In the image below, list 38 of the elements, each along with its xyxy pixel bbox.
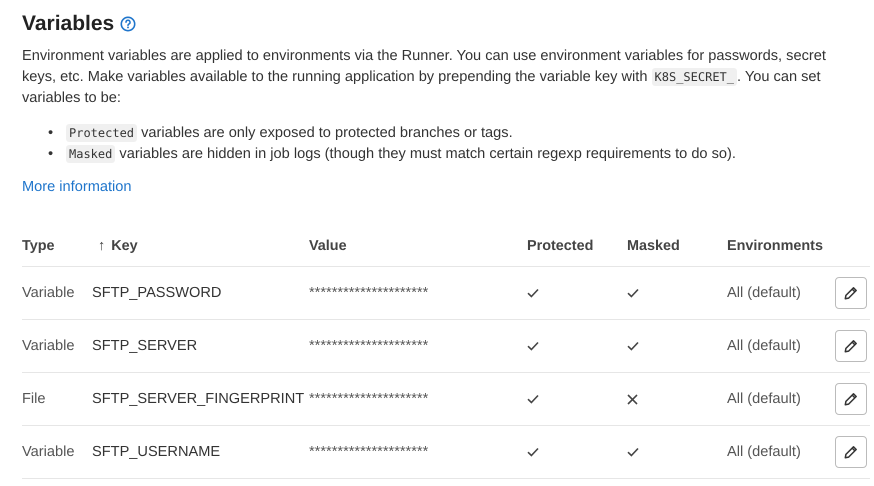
key-cell: SFTP_USERNAME xyxy=(92,444,220,460)
column-header[interactable]: ↑ Key xyxy=(92,238,138,254)
section-title: Variables xyxy=(22,12,114,36)
pencil-icon xyxy=(844,392,858,406)
environment-cell: All (default) xyxy=(727,285,801,301)
bullet-marker: • xyxy=(48,124,54,143)
edit-button[interactable] xyxy=(835,277,867,309)
bullet-item: Protected variables are only exposed to protected branches or tags. xyxy=(66,125,513,141)
edit-button[interactable] xyxy=(835,436,867,468)
column-header[interactable]: Masked xyxy=(627,238,680,254)
help-icon[interactable] xyxy=(120,16,136,32)
more-information-link[interactable]: More information xyxy=(22,179,132,195)
key-cell: SFTP_SERVER_FINGERPRINT xyxy=(92,391,304,407)
type-cell: Variable xyxy=(22,338,74,354)
value-cell: ********************* xyxy=(309,391,428,407)
key-cell: SFTP_SERVER xyxy=(92,338,198,354)
key-cell: SFTP_PASSWORD xyxy=(92,285,222,301)
environment-cell: All (default) xyxy=(727,391,801,407)
column-header[interactable]: Value xyxy=(309,238,347,254)
pencil-icon xyxy=(844,339,858,353)
description-paragraph: Environment variables are applied to environments via the Runner. You can use environment variables for passwords, secret keys, etc. Make variables available to the running application by prepending the variable key with K8S_SECRET_ . You can set variables to be: xyxy=(22,47,827,108)
environment-cell: All (default) xyxy=(727,444,801,460)
column-header[interactable]: Type xyxy=(22,238,55,254)
edit-button[interactable] xyxy=(835,383,867,415)
pencil-icon xyxy=(844,445,858,459)
bullet-marker: • xyxy=(48,145,54,164)
column-header[interactable]: Protected xyxy=(527,238,594,254)
environment-cell: All (default) xyxy=(727,338,801,354)
bullet-item: Masked variables are hidden in job logs (though they must match certain regexp requirements to do so). xyxy=(66,146,736,162)
pencil-icon xyxy=(844,286,858,300)
column-header[interactable]: Environments xyxy=(727,238,823,254)
edit-button[interactable] xyxy=(835,330,867,362)
type-cell: Variable xyxy=(22,285,74,301)
type-cell: Variable xyxy=(22,444,74,460)
type-cell: File xyxy=(22,391,46,407)
value-cell: ********************* xyxy=(309,444,428,460)
value-cell: ********************* xyxy=(309,338,428,354)
value-cell: ********************* xyxy=(309,285,428,301)
